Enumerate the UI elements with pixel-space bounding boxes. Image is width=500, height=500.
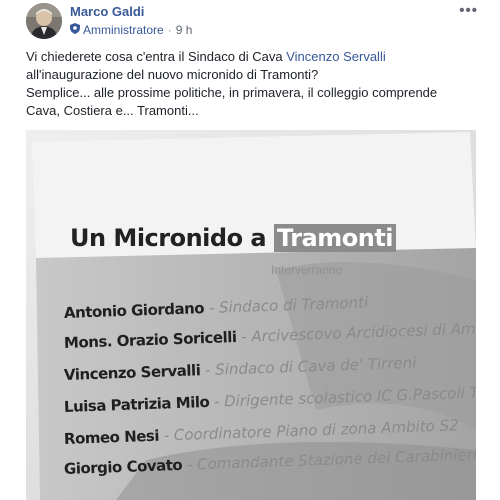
avatar[interactable]: [26, 3, 62, 39]
shield-icon: [70, 23, 80, 37]
post-photo[interactable]: Un Micronido a Tramonti Interverranno An…: [26, 130, 476, 500]
post-text: Vi chiederete cosa c'entra il Sindaco di…: [26, 48, 486, 120]
post-text-line2: all'inaugurazione del nuovo micronido di…: [26, 67, 319, 82]
meta-separator: ·: [167, 23, 172, 37]
post-timestamp[interactable]: 9 h: [176, 23, 193, 37]
post-text-line1: Vi chiederete cosa c'entra il Sindaco di…: [26, 49, 287, 64]
role-badge[interactable]: Amministratore: [83, 23, 164, 37]
flyer-title-prefix: Un Micronido a: [70, 224, 274, 252]
flyer-title-highlight: Tramonti: [273, 224, 397, 252]
facebook-post: Marco Galdi Amministratore · 9 h ••• Vi …: [0, 0, 500, 500]
post-text-line4: Cava, Costiera e... Tramonti...: [26, 103, 199, 118]
speaker-name: Romeo Nesi: [63, 426, 160, 448]
mention-link[interactable]: Vincenzo Servalli: [286, 49, 385, 64]
flyer-subtitle: Interverranno: [271, 263, 343, 277]
more-options-icon[interactable]: •••: [459, 2, 478, 19]
flyer-title: Un Micronido a Tramonti: [70, 224, 397, 252]
post-meta: Amministratore · 9 h: [70, 23, 192, 37]
post-author[interactable]: Marco Galdi: [70, 4, 144, 19]
avatar-image: [26, 3, 62, 39]
post-text-line3: Semplice... alle prossime politiche, in …: [26, 85, 438, 100]
